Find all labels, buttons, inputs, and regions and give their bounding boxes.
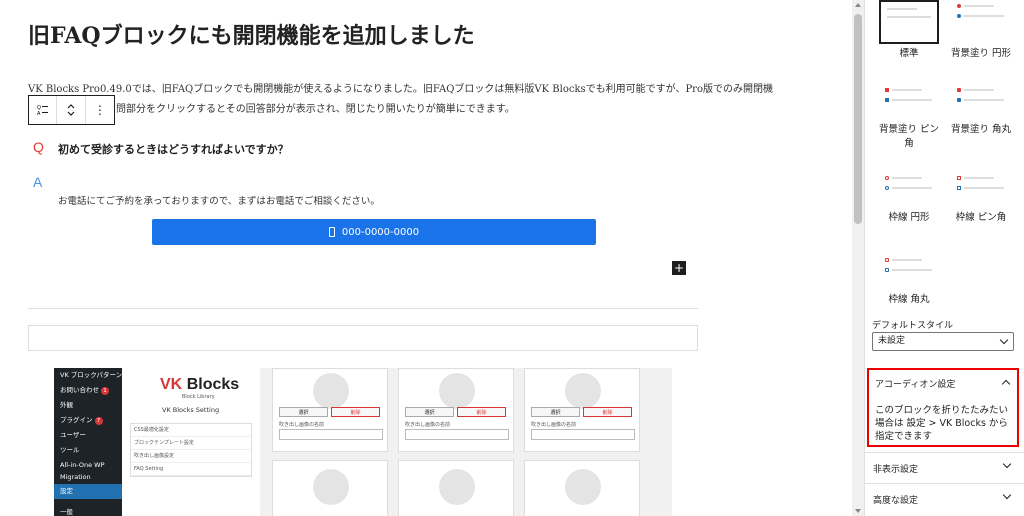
scroll-up-icon[interactable] [855, 3, 861, 7]
chevron-up-icon[interactable] [1001, 379, 1011, 389]
list-item: 吹き出し画像設定 [131, 450, 251, 463]
separator [28, 308, 698, 309]
answer-mark-icon: A [33, 174, 43, 190]
style-name: 背景塗り 角丸 [950, 124, 1012, 135]
move-up-down-icon[interactable] [57, 96, 86, 124]
svg-text:A: A [37, 111, 41, 116]
accordion-settings-title: アコーディオン設定 [875, 380, 956, 390]
menu-item: 設定 [54, 484, 122, 499]
notification-badge: 7 [94, 417, 103, 425]
camera-icon [565, 469, 601, 505]
accordion-settings-panel[interactable]: アコーディオン設定 このブロックを折りたたみたい場合は 設定 > VK Bloc… [867, 368, 1019, 447]
vk-setting-list: CSS最適化設定 ブロックテンプレート設定 吹き出し画像設定 FAQ Setti… [130, 423, 252, 477]
style-name: 背景塗り ピン角 [878, 124, 940, 149]
notification-badge: 1 [101, 387, 109, 395]
style-option[interactable]: 枠線 ピン角 [947, 172, 1015, 225]
balloon-card: 選択 削除 吹き出し画像の名前 [398, 368, 514, 452]
camera-icon [313, 373, 349, 409]
hidden-settings-panel[interactable]: 非表示設定 [864, 452, 1024, 482]
block-inserter-button[interactable]: + [672, 261, 686, 275]
scroll-down-icon[interactable] [855, 509, 861, 513]
camera-icon [439, 373, 475, 409]
phone-number: 000-0000-0000 [341, 226, 420, 238]
more-options-icon[interactable]: ⋮ [86, 96, 114, 124]
menu-item: All-in-One WP Migration [60, 461, 105, 481]
style-option[interactable]: 背景塗り 円形 [947, 0, 1015, 61]
style-option[interactable]: 背景塗り 角丸 [947, 84, 1015, 137]
style-option[interactable]: 枠線 円形 [875, 172, 943, 225]
camera-icon [313, 469, 349, 505]
menu-item: プラグイン 7 [54, 413, 122, 428]
menu-item: 外観 [60, 401, 73, 409]
wp-admin-menu: VK ブロックパターン お問い合わせ 1 外観 プラグイン 7 ユーザー ツール A… [54, 368, 122, 516]
list-item: FAQ Setting [131, 463, 251, 476]
balloon-card [398, 460, 514, 516]
style-option[interactable]: 枠線 角丸 [875, 254, 943, 307]
intro-paragraph[interactable]: VK Blocks Pro0.49.0では、旧FAQブロックでも開閉機能が使える… [28, 80, 773, 120]
faq-question[interactable]: 初めて受診するときはどうすればよいですか？ [58, 141, 289, 157]
balloon-card [272, 460, 388, 516]
menu-item: お問い合わせ 1 [54, 383, 122, 398]
faq-answer[interactable]: お電話にてご予約を承っておりますので、まずはお電話でご相談ください。 [58, 193, 380, 207]
style-name: 枠線 ピン角 [955, 212, 1007, 223]
style-option[interactable]: 背景塗り ピン角 [875, 84, 943, 151]
list-item: CSS最適化設定 [131, 424, 251, 437]
style-name: 枠線 角丸 [888, 294, 930, 305]
balloon-card: 選択 削除 吹き出し画像の名前 [524, 368, 640, 452]
advanced-settings-title: 高度な設定 [873, 496, 919, 506]
editor-scrollbar[interactable] [852, 0, 864, 516]
balloon-card [524, 460, 640, 516]
embedded-screenshot-image: VK ブロックパターン お問い合わせ 1 外観 プラグイン 7 ユーザー ツール A… [54, 368, 672, 516]
default-style-label: デフォルトスタイル [872, 321, 954, 331]
question-mark-icon: Q [33, 139, 44, 155]
block-toolbar: QA ⋮ [28, 95, 115, 125]
chevron-down-icon [1002, 490, 1012, 500]
style-name: 標準 [899, 48, 919, 59]
faq-block-icon[interactable]: QA [29, 96, 58, 124]
advanced-settings-panel[interactable]: 高度な設定 [864, 483, 1024, 513]
vk-blocks-logo-sub: Block Library [182, 394, 215, 400]
phone-icon [328, 227, 335, 237]
phone-button[interactable]: 000-0000-0000 [152, 219, 596, 245]
scrollbar-thumb[interactable] [854, 14, 862, 224]
vk-setting-title: VK Blocks Setting [162, 406, 220, 414]
default-style-value: 未設定 [878, 336, 906, 346]
chevron-down-icon [1002, 459, 1012, 469]
camera-icon [439, 469, 475, 505]
style-option[interactable]: 標準 [875, 0, 943, 61]
hidden-settings-title: 非表示設定 [873, 465, 919, 475]
menu-item: 一般 [60, 508, 73, 516]
accordion-settings-text: このブロックを折りたたみたい場合は 設定 > VK Blocks から指定できま… [875, 405, 1009, 442]
menu-item: VK ブロックパターン [60, 371, 123, 379]
style-name: 枠線 円形 [888, 212, 930, 223]
menu-item: ユーザー [60, 431, 86, 439]
vk-blocks-setting-panel: VK Blocks Block Library VK Blocks Settin… [122, 368, 260, 516]
camera-icon [565, 373, 601, 409]
intro-line-2: 問部分をクリックするとその回答部分が表示され、閉じたり開いたりが簡単にできます。 [116, 104, 515, 115]
style-name: 背景塗り 円形 [950, 48, 1012, 59]
menu-item: ツール [60, 446, 80, 454]
empty-block[interactable] [28, 325, 698, 351]
vk-blocks-logo: VK Blocks [160, 376, 240, 393]
chevron-down-icon [999, 335, 1009, 345]
balloon-card: 選択 削除 吹き出し画像の名前 [272, 368, 388, 452]
post-title[interactable]: 旧FAQブロックにも開閉機能を追加しました [28, 18, 475, 50]
list-item: ブロックテンプレート設定 [131, 437, 251, 450]
editor-canvas: 旧FAQブロックにも開閉機能を追加しました VK Blocks Pro0.49.… [0, 0, 852, 516]
intro-line-1: VK Blocks Pro0.49.0では、旧FAQブロックでも開閉機能が使える… [28, 84, 773, 95]
default-style-select[interactable]: 未設定 [872, 332, 1014, 351]
